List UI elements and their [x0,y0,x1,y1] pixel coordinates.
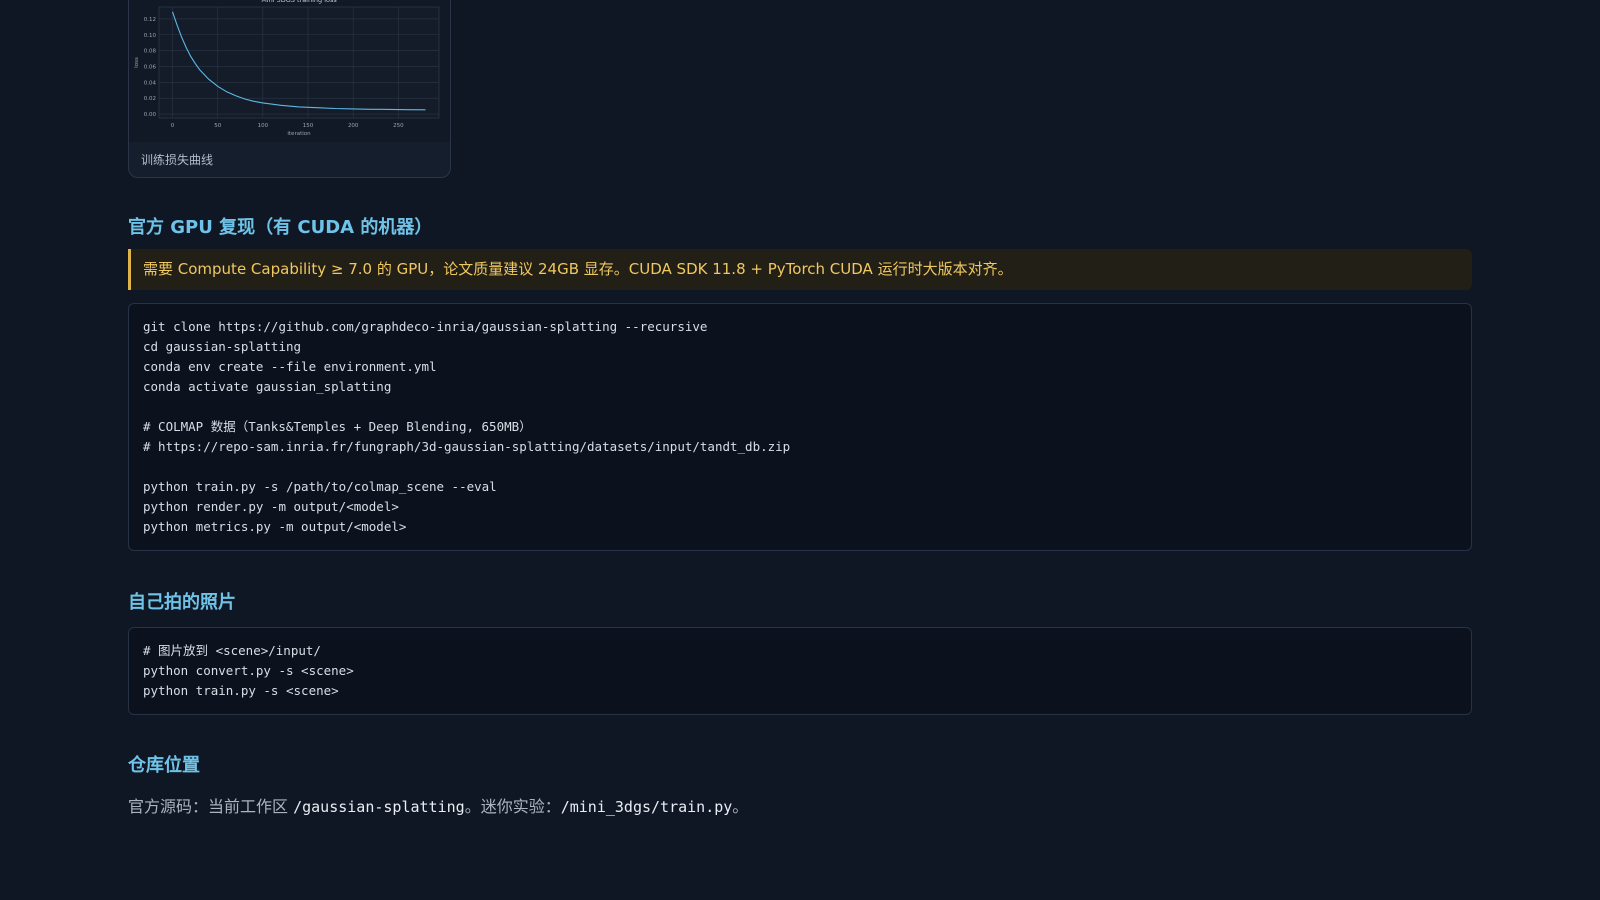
repo-text-middle: 。迷你实验： [464,797,561,816]
figure-caption: 训练损失曲线 [141,153,214,167]
loss-chart: 0 50 100 150 200 250 0.00 0.02 0.04 0.06 0.08 0.10 0… [134,0,440,137]
code-line: # 图片放到 <scene>/input/ [143,643,321,658]
chart-title: Mini 3DGS training loss [261,0,337,4]
code-line: python render.py -m output/<model> [143,499,399,514]
code-line: # https://repo-sam.inria.fr/fungraph/3d-… [143,439,791,454]
code-line: conda env create --file environment.yml [143,359,437,374]
code-line: cd gaussian-splatting [143,339,302,354]
x-axis-label: iteration [287,131,311,137]
y-tick-label: 0.12 [144,17,156,23]
x-tick-label: 200 [348,123,359,129]
y-tick-label: 0.02 [144,96,156,102]
x-tick-label: 150 [303,123,314,129]
code-line: conda activate gaussian_splatting [143,379,392,394]
heading-gpu: 官方 GPU 复现（有 CUDA 的机器） [128,217,433,238]
code-line: python train.py -s <scene> [143,683,339,698]
official-path: /gaussian-splatting [293,798,465,816]
y-tick-label: 0.08 [144,49,157,55]
y-tick-label: 0.00 [144,112,157,118]
mini-path: /mini_3dgs/train.py [560,798,733,816]
x-tick-label: 250 [393,123,404,129]
y-tick-label: 0.04 [144,80,157,86]
code-line: python convert.py -s <scene> [143,663,354,678]
code-block-gpu[interactable]: git clone https://github.com/graphdeco-i… [128,303,1472,551]
plot-area: 0 50 100 150 200 250 0.00 0.02 0.04 0.06 0.08 0.10 0… [129,0,450,142]
code-block-photos[interactable]: # 图片放到 <scene>/input/python convert.py -… [128,627,1472,715]
repo-location-text: 官方源码：当前工作区 /gaussian-splatting。迷你实验：/min… [128,793,748,817]
document-page: 0 50 100 150 200 250 0.00 0.02 0.04 0.06 0.08 0.10 0… [0,0,1600,900]
repo-text-suffix: 。 [732,797,749,816]
heading-repo: 仓库位置 [128,755,200,776]
gpu-requirement-note: 需要 Compute Capability ≥ 7.0 的 GPU，论文质量建议… [128,249,1472,290]
y-axis-label: loss [134,57,140,68]
x-tick-label: 100 [258,123,269,129]
heading-photos: 自己拍的照片 [128,592,236,613]
repo-text-prefix: 官方源码：当前工作区 [128,797,294,816]
x-tick-label: 50 [214,123,221,129]
figure-card: 0 50 100 150 200 250 0.00 0.02 0.04 0.06 0.08 0.10 0… [128,0,451,178]
x-tick-label: 0 [171,123,175,129]
code-line: # COLMAP 数据（Tanks&Temples + Deep Blendin… [143,419,532,434]
code-line: git clone https://github.com/graphdeco-i… [143,319,708,334]
y-tick-label: 0.10 [144,33,157,39]
plot-frame [158,6,440,119]
code-line: python metrics.py -m output/<model> [143,519,407,534]
y-tick-label: 0.06 [144,64,157,70]
code-line: python train.py -s /path/to/colmap_scene… [143,479,497,494]
